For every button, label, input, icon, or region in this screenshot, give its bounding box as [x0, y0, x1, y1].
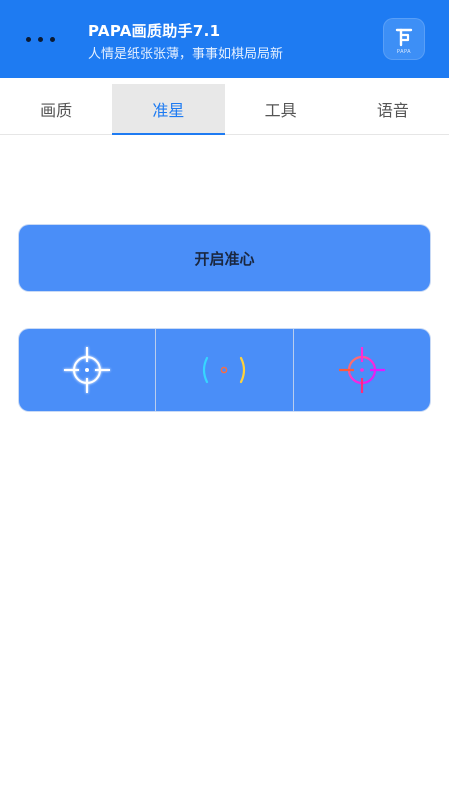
- tab-quality[interactable]: 画质: [0, 84, 112, 134]
- app-root: PAPA画质助手7.1 人情是纸张张薄，事事如棋局局新 PAPA 画质 准星 工…: [0, 0, 449, 800]
- more-menu-icon[interactable]: [26, 34, 62, 44]
- crosshair-magenta-icon: [338, 347, 385, 393]
- crosshair-option-1[interactable]: [19, 329, 155, 411]
- app-logo-icon[interactable]: PAPA: [383, 18, 425, 60]
- app-subtitle: 人情是纸张张薄，事事如棋局局新: [88, 47, 284, 62]
- crosshair-options: [19, 329, 430, 411]
- tab-tools[interactable]: 工具: [225, 84, 337, 134]
- logo-text: PAPA: [396, 49, 412, 55]
- enable-crosshair-button[interactable]: 开启准心: [19, 225, 430, 291]
- tab-bar: 画质 准星 工具 语音: [0, 84, 449, 135]
- crosshair-option-3[interactable]: [292, 329, 430, 411]
- crosshair-option-2[interactable]: [155, 329, 292, 411]
- tab-crosshair[interactable]: 准星: [112, 84, 225, 135]
- tab-voice[interactable]: 语音: [337, 84, 449, 134]
- crosshair-white-icon: [64, 347, 111, 393]
- app-header: PAPA画质助手7.1 人情是纸张张薄，事事如棋局局新 PAPA: [0, 0, 449, 78]
- app-title: PAPA画质助手7.1: [88, 22, 221, 40]
- bracket-crosshair-icon: [203, 356, 246, 384]
